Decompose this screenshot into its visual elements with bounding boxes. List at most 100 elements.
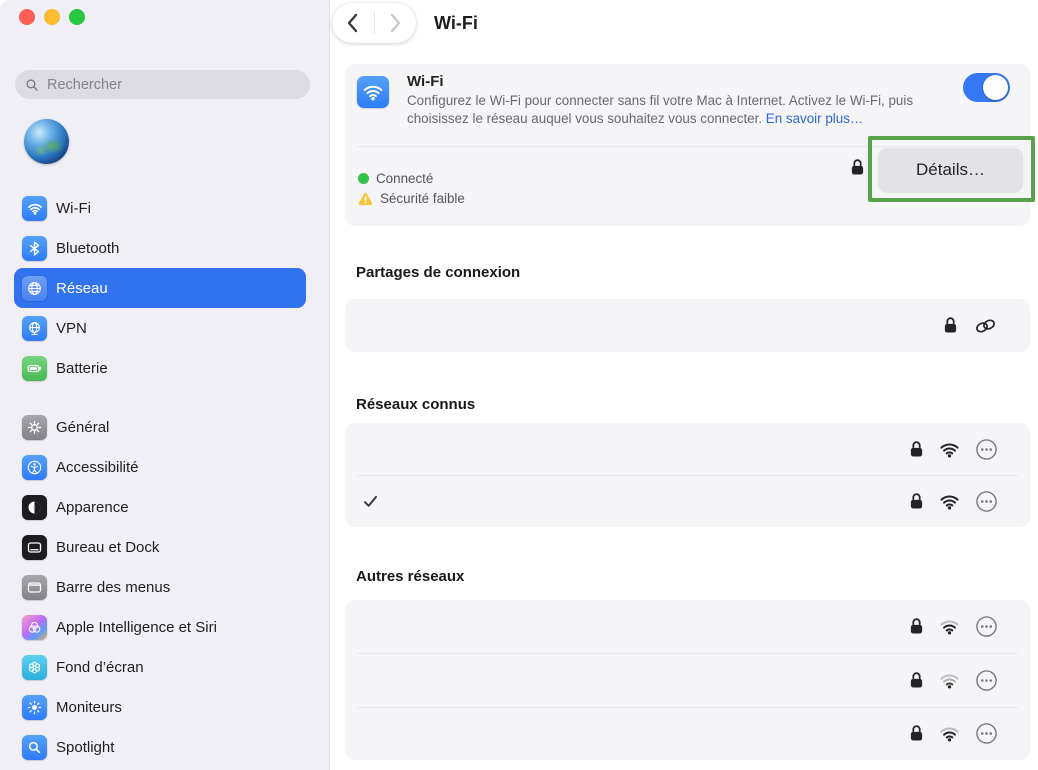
network-row[interactable] — [345, 653, 1030, 706]
search-input[interactable] — [45, 76, 300, 94]
section-card — [345, 423, 1030, 527]
sidebar: Wi-Fi Bluetooth Réseau VPN Batterie Général Ac… — [0, 0, 330, 770]
details-button[interactable]: Détails… — [878, 148, 1023, 192]
checkmark-icon — [363, 495, 378, 508]
warning-icon — [358, 192, 373, 206]
wifi-signal-icon — [939, 725, 960, 742]
more-icon[interactable] — [975, 722, 998, 745]
network-row[interactable] — [345, 475, 1030, 527]
sidebar-item-label: Moniteurs — [56, 699, 122, 716]
sidebar-item-label: Batterie — [56, 360, 108, 377]
more-icon[interactable] — [975, 669, 998, 692]
status-connected: Connecté — [358, 171, 433, 186]
sidebar-item-display[interactable]: Moniteurs — [14, 687, 306, 727]
navigation-pill — [332, 3, 416, 43]
sidebar-nav: Wi-Fi Bluetooth Réseau VPN Batterie Général Ac… — [14, 188, 306, 767]
wifi-description: Configurez le Wi-Fi pour connecter sans … — [407, 92, 969, 128]
lock-icon — [909, 724, 924, 743]
user-avatar[interactable] — [24, 119, 69, 164]
network-row[interactable] — [345, 423, 1030, 475]
minimize-window-button[interactable] — [44, 9, 60, 25]
section-heading: Réseaux connus — [356, 396, 475, 413]
sidebar-item-label: Barre des menus — [56, 579, 170, 596]
wifi-signal-icon — [939, 493, 960, 510]
wifi-settings-pane: Wi-Fi Wi-Fi Configurez le Wi-Fi pour con… — [331, 0, 1038, 770]
wifi-app-icon — [357, 76, 389, 108]
status-security-label: Sécurité faible — [380, 191, 465, 206]
sidebar-item-wallpaper[interactable]: Fond d’écran — [14, 647, 306, 687]
link-icon — [973, 317, 998, 335]
network-row[interactable] — [345, 299, 1030, 352]
wifi-signal-icon — [939, 618, 960, 635]
wifi-signal-icon — [939, 441, 960, 458]
sidebar-item-spotlight[interactable]: Spotlight — [14, 727, 306, 767]
more-icon[interactable] — [975, 438, 998, 461]
page-title: Wi-Fi — [434, 13, 478, 34]
system-settings-window: Wi-Fi Bluetooth Réseau VPN Batterie Général Ac… — [0, 0, 1038, 770]
wifi-toggle-knob — [983, 75, 1008, 100]
display-icon — [22, 695, 47, 720]
sidebar-item-battery[interactable]: Batterie — [14, 348, 306, 388]
section-heading: Partages de connexion — [356, 264, 520, 281]
zoom-window-button[interactable] — [69, 9, 85, 25]
status-security: Sécurité faible — [358, 191, 465, 206]
nav-divider — [374, 12, 375, 34]
wallpaper-icon — [22, 655, 47, 680]
card-divider — [357, 146, 1018, 147]
wifi-icon — [22, 196, 47, 221]
bluetooth-icon — [22, 236, 47, 261]
network-row[interactable] — [345, 600, 1030, 653]
gear-icon — [22, 415, 47, 440]
sidebar-item-gear[interactable]: Général — [14, 407, 306, 447]
sidebar-item-label: Réseau — [56, 280, 108, 297]
vpn-icon — [22, 316, 47, 341]
sidebar-item-label: Accessibilité — [56, 459, 139, 476]
lock-icon — [909, 440, 924, 459]
lock-icon — [909, 492, 924, 511]
sidebar-item-globe[interactable]: Réseau — [14, 268, 306, 308]
sidebar-item-label: Général — [56, 419, 109, 436]
status-connected-label: Connecté — [376, 171, 433, 186]
sidebar-item-label: Bluetooth — [56, 240, 119, 257]
sidebar-item-accessibility[interactable]: Accessibilité — [14, 447, 306, 487]
wifi-signal-icon — [939, 672, 960, 689]
spotlight-icon — [22, 735, 47, 760]
section-heading: Autres réseaux — [356, 568, 464, 585]
sidebar-item-label: Spotlight — [56, 739, 114, 756]
back-button[interactable] — [340, 10, 366, 36]
sidebar-item-label: VPN — [56, 320, 87, 337]
menubar-icon — [22, 575, 47, 600]
sidebar-item-label: Fond d’écran — [56, 659, 144, 676]
more-icon[interactable] — [975, 490, 998, 513]
search-field[interactable] — [15, 70, 310, 99]
accessibility-icon — [22, 455, 47, 480]
lock-icon — [943, 316, 958, 335]
dock-icon — [22, 535, 47, 560]
globe-icon — [22, 276, 47, 301]
forward-button[interactable] — [382, 10, 408, 36]
sidebar-item-label: Wi-Fi — [56, 200, 91, 217]
section-card — [345, 600, 1030, 760]
sidebar-item-label: Apple Intelligence et Siri — [56, 619, 217, 636]
sidebar-item-appearance[interactable]: Apparence — [14, 487, 306, 527]
search-icon — [25, 78, 39, 92]
more-icon[interactable] — [975, 615, 998, 638]
close-window-button[interactable] — [19, 9, 35, 25]
learn-more-link[interactable]: En savoir plus… — [766, 111, 864, 126]
sidebar-item-dock[interactable]: Bureau et Dock — [14, 527, 306, 567]
sidebar-item-label: Bureau et Dock — [56, 539, 159, 556]
sidebar-item-label: Apparence — [56, 499, 129, 516]
battery-icon — [22, 356, 47, 381]
wifi-toggle[interactable] — [963, 73, 1010, 102]
sidebar-item-wifi[interactable]: Wi-Fi — [14, 188, 306, 228]
sidebar-item-siri[interactable]: Apple Intelligence et Siri — [14, 607, 306, 647]
sidebar-item-bluetooth[interactable]: Bluetooth — [14, 228, 306, 268]
sidebar-item-menubar[interactable]: Barre des menus — [14, 567, 306, 607]
sidebar-item-vpn[interactable]: VPN — [14, 308, 306, 348]
connected-dot-icon — [358, 173, 369, 184]
network-row[interactable] — [345, 707, 1030, 760]
appearance-icon — [22, 495, 47, 520]
section-card — [345, 299, 1030, 352]
wifi-card-title: Wi-Fi — [407, 73, 444, 90]
siri-icon — [22, 615, 47, 640]
